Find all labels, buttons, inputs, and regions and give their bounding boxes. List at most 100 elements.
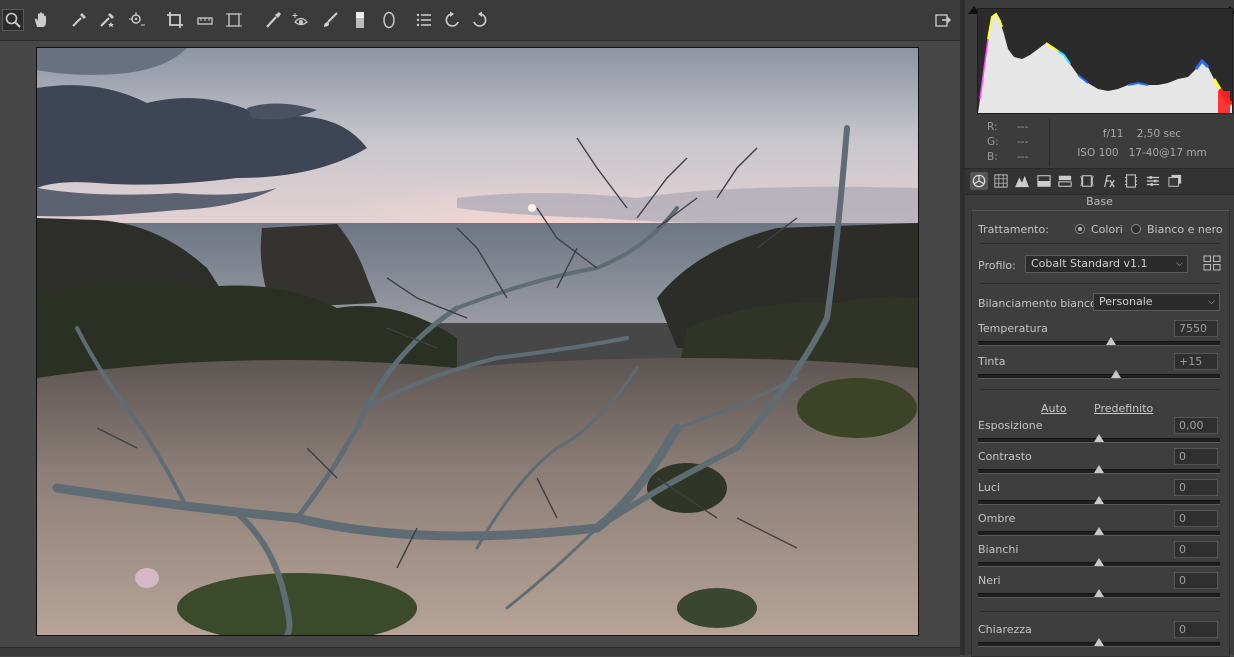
hand-icon[interactable] [30,9,52,31]
g-label: G: [987,136,999,148]
slider-label: Esposizione [978,419,1043,432]
rotate-left-icon[interactable] [442,9,464,31]
top-toolbar [0,0,960,41]
divider [980,243,1220,244]
slider-value-input[interactable]: 0 [1174,621,1218,638]
preferences-icon[interactable] [932,9,954,31]
slider-value-input[interactable]: +15 [1174,353,1218,370]
g-value: --- [1017,136,1029,148]
treatment-bw-radio[interactable] [1131,224,1141,234]
presets-list-icon[interactable] [413,9,435,31]
info-separator [1049,118,1050,166]
slider-value-input[interactable]: 0,00 [1174,417,1218,434]
slider-thumb[interactable] [1094,434,1104,442]
color-sampler-icon[interactable] [96,9,118,31]
spot-removal-icon[interactable] [262,9,284,31]
slider-thumb[interactable] [1094,558,1104,566]
chevron-down-icon: ⌵ [1176,259,1183,269]
info-area: R: --- G: --- B: --- f/11 2,50 sec ISO 100 … [977,118,1231,166]
slider-value-input[interactable]: 0 [1174,572,1218,589]
detail-icon[interactable] [1013,172,1031,190]
hsl-icon[interactable] [1035,172,1053,190]
radial-filter-icon[interactable] [378,9,400,31]
treatment-bw-label[interactable]: Bianco e nero [1147,223,1223,236]
profile-value: Cobalt Standard v1.1 [1031,257,1148,270]
image-canvas [0,41,960,647]
white-balance-value: Personale [1099,295,1153,308]
slider-value-input[interactable]: 0 [1174,448,1218,465]
targeted-adjustment-icon[interactable] [126,9,148,31]
presets-icon[interactable] [1144,172,1162,190]
slider-thumb[interactable] [1094,496,1104,504]
zoom-icon[interactable] [2,9,24,31]
slider-thumb[interactable] [1094,527,1104,535]
treatment-color-radio[interactable] [1075,224,1085,234]
slider-thumb[interactable] [1110,370,1121,378]
slider-label: Contrasto [978,450,1032,463]
treatment-color-label[interactable]: Colori [1091,223,1123,236]
slider-track[interactable] [978,374,1220,379]
r-label: R: [987,121,998,133]
camera-calibration-icon[interactable] [1122,172,1140,190]
histogram-graph [978,12,1234,113]
slider-label: Neri [978,574,1001,587]
straighten-icon[interactable] [194,9,216,31]
treatment-label: Trattamento: [978,223,1049,236]
slider-thumb[interactable] [1106,337,1117,345]
slider-track[interactable] [978,341,1220,346]
divider [980,283,1220,284]
slider-label: Luci [978,481,1001,494]
white-balance-icon[interactable] [68,9,90,31]
snapshots-icon[interactable] [1166,172,1184,190]
r-value: --- [1017,121,1029,133]
chevron-down-icon: ⌵ [1208,297,1215,307]
white-balance-label: Bilanciamento bianco: [978,297,1101,310]
split-toning-icon[interactable] [1056,172,1074,190]
slider-value-input[interactable]: 0 [1174,479,1218,496]
slider-label: Chiarezza [978,623,1032,636]
adjustment-panel: R: --- G: --- B: --- f/11 2,50 sec ISO 100 … [965,0,1234,657]
profile-label: Profilo: [978,259,1016,272]
base-panel: Trattamento: Colori Bianco e nero Profil… [971,210,1230,657]
transform-icon[interactable] [223,9,245,31]
slider-thumb[interactable] [1094,465,1104,473]
photo-preview[interactable] [36,47,919,636]
slider-thumb[interactable] [1094,589,1104,597]
slider-value-input[interactable]: 7550 [1174,320,1218,337]
adjustment-brush-icon[interactable] [320,9,342,31]
divider [980,611,1220,612]
crop-icon[interactable] [164,9,186,31]
slider-value-input[interactable]: 0 [1174,510,1218,527]
slider-label: Temperatura [978,322,1048,335]
divider [980,389,1220,390]
slider-label: Ombre [978,512,1016,525]
profile-browser-icon[interactable] [1203,255,1221,271]
white-balance-select[interactable]: Personale ⌵ [1093,293,1220,311]
lens: 17-40@17 mm [1128,147,1207,159]
b-label: B: [987,151,998,163]
rgb-readout: R: --- G: --- B: --- [987,120,1028,165]
b-value: --- [1017,151,1029,163]
panel-tabs [965,168,1234,195]
profile-select[interactable]: Cobalt Standard v1.1 ⌵ [1025,255,1188,273]
graduated-filter-icon[interactable] [349,9,371,31]
camera-info: f/11 2,50 sec ISO 100 17-40@17 mm [1067,125,1217,163]
histogram [977,8,1234,114]
aperture: f/11 [1102,128,1124,140]
auto-link[interactable]: Auto [1041,402,1067,415]
shutter-speed: 2,50 sec [1136,128,1182,140]
tone-curve-icon[interactable] [992,172,1010,190]
slider-value-input[interactable]: 0 [1174,541,1218,558]
landscape-photo [37,48,918,635]
slider-label: Tinta [978,355,1006,368]
effects-icon[interactable] [1100,172,1118,190]
base-icon[interactable] [970,172,988,190]
slider-thumb[interactable] [1094,638,1104,646]
default-link[interactable]: Predefinito [1094,402,1153,415]
rotate-right-icon[interactable] [468,9,490,31]
red-eye-icon[interactable] [290,9,312,31]
section-title: Base [1086,195,1113,208]
lens-corrections-icon[interactable] [1078,172,1096,190]
iso: ISO 100 [1077,147,1119,159]
slider-label: Bianchi [978,543,1019,556]
